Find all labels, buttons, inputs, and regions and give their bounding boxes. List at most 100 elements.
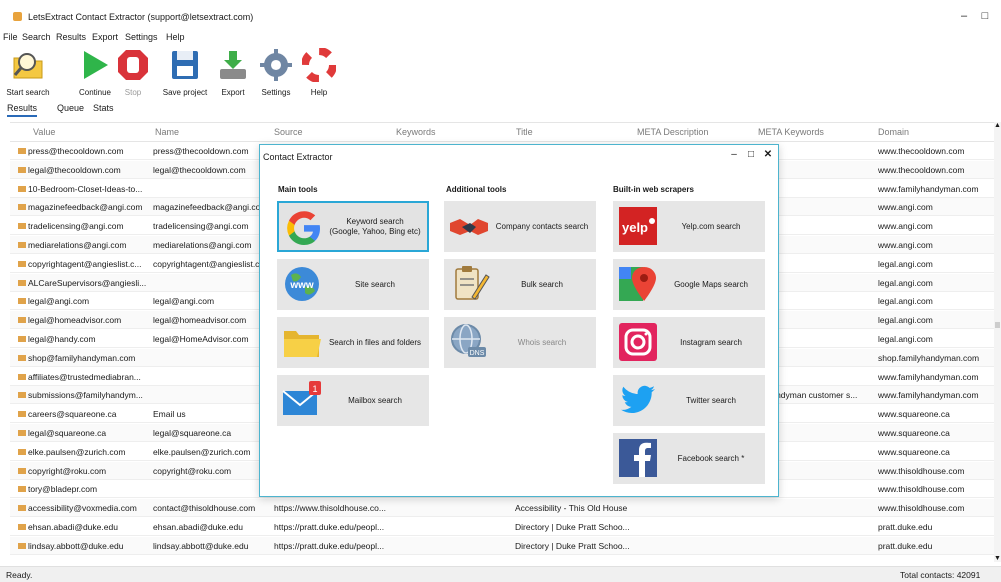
tab-queue[interactable]: Queue [57, 103, 84, 113]
cell-name: contact@thisoldhouse.com [153, 503, 256, 514]
stop-button[interactable]: Stop [114, 48, 152, 97]
settings-button[interactable]: Settings [256, 48, 296, 97]
dialog-close-button[interactable]: ✕ [762, 149, 774, 160]
google-icon [287, 211, 320, 245]
cell-domain: pratt.duke.edu [878, 522, 933, 532]
cell-name: legal@squareone.ca [153, 428, 232, 438]
yelp-search-tile[interactable]: yelp Yelp.com search [613, 201, 765, 252]
export-drive-icon [220, 51, 246, 79]
scroll-down-arrow-icon[interactable]: ▼ [994, 555, 1001, 562]
menu-file[interactable]: File [3, 32, 18, 42]
cell-value: ALCareSupervisors@angiesli... [18, 278, 155, 288]
continue-button[interactable]: Continue [75, 48, 115, 97]
tab-stats[interactable]: Stats [93, 103, 114, 113]
column-source[interactable]: Source [274, 127, 303, 137]
cell-domain: legal.angi.com [878, 334, 933, 344]
table-row[interactable]: accessibility@voxmedia.com contact@thisol… [10, 499, 994, 518]
column-domain[interactable]: Domain [878, 127, 909, 137]
table-row[interactable]: ehsan.abadi@duke.edu ehsan.abadi@duke.edu… [10, 518, 994, 536]
site-search-label: Site search [354, 279, 396, 289]
site-search-tile[interactable]: www Site search [277, 259, 429, 310]
cell-domain: www.angi.com [878, 221, 933, 232]
cell-title: Directory | Duke Pratt Schoo... [515, 540, 630, 551]
export-button[interactable]: Export [213, 48, 253, 97]
column-keywords[interactable]: Keywords [396, 127, 436, 137]
additional-tools-heading: Additional tools [446, 185, 507, 194]
cell-name: legal@thecooldown.com [153, 164, 246, 175]
menu-results[interactable]: Results [56, 32, 86, 42]
column-title[interactable]: Title [516, 127, 533, 137]
cell-domain: www.familyhandyman.com [878, 390, 979, 401]
start-search-button[interactable]: Start search [6, 48, 50, 97]
twitter-search-tile[interactable]: Twitter search [613, 375, 765, 426]
keyword-search-tile[interactable]: Keyword search (Google, Yahoo, Bing etc) [277, 201, 429, 252]
stop-hand-icon [118, 50, 148, 80]
cell-name: magazinefeedback@angi.co [153, 202, 261, 213]
continue-label: Continue [78, 88, 112, 97]
column-name[interactable]: Name [155, 127, 179, 137]
save-project-button[interactable]: Save project [160, 48, 210, 97]
maximize-button[interactable]: □ [978, 9, 992, 23]
cell-name: copyright@roku.com [153, 465, 232, 476]
cell-domain: www.thisoldhouse.com [878, 484, 965, 495]
mail-envelope-icon: 1 [282, 381, 321, 415]
help-label: Help [310, 88, 328, 97]
google-maps-search-tile[interactable]: Google Maps search [613, 259, 765, 310]
menu-help[interactable]: Help [166, 32, 185, 42]
bulk-search-label: Bulk search [521, 279, 563, 289]
cell-value: accessibility@voxmedia.com [18, 503, 155, 513]
cell-value: mediarelations@angi.com [18, 240, 155, 250]
instagram-search-label: Instagram search [680, 337, 742, 347]
cell-domain: legal.angi.com [878, 296, 933, 307]
start-search-label: Start search [6, 88, 50, 97]
menu-search[interactable]: Search [22, 32, 51, 42]
cell-domain: shop.familyhandyman.com [878, 352, 980, 363]
cell-domain: www.squareone.ca [878, 409, 950, 420]
keyword-search-label: Keyword search (Google, Yahoo, Bing etc) [329, 216, 421, 236]
menu-export[interactable]: Export [92, 32, 118, 42]
title-bar: LetsExtract Contact Extractor (support@l… [0, 0, 1001, 30]
export-label: Export [221, 88, 245, 97]
whois-search-tile[interactable]: DNS Whois search [444, 317, 596, 368]
floppy-disk-icon [172, 51, 198, 79]
cell-value: magazinefeedback@angi.com [18, 202, 155, 212]
mailbox-search-tile[interactable]: 1 Mailbox search [277, 375, 429, 426]
yelp-logo-text: yelp [622, 220, 648, 235]
column-meta-description[interactable]: META Description [637, 127, 708, 137]
table-row[interactable]: lindsay.abbott@duke.edu lindsay.abbott@du… [10, 536, 994, 555]
cell-value: ehsan.abadi@duke.edu [18, 522, 155, 532]
files-search-tile[interactable]: Search in files and folders [277, 317, 429, 368]
cell-domain: www.squareone.ca [878, 446, 950, 457]
scroll-up-arrow-icon[interactable]: ▲ [994, 122, 1001, 129]
column-meta-keywords[interactable]: META Keywords [758, 127, 824, 137]
cell-value: legal@angi.com [18, 296, 155, 306]
minimize-button[interactable]: – [957, 9, 971, 23]
dialog-maximize-button[interactable]: □ [745, 149, 757, 160]
cell-name: tradelicensing@angi.com [153, 221, 249, 232]
cell-value: legal@handy.com [18, 334, 155, 344]
instagram-search-tile[interactable]: Instagram search [613, 317, 765, 368]
scroll-thumb[interactable] [995, 322, 1000, 328]
cell-domain: www.angi.com [878, 202, 933, 213]
web-scrapers-heading: Built-in web scrapers [613, 185, 694, 194]
company-contacts-tile[interactable]: Company contacts search [444, 201, 596, 252]
cell-value: press@thecooldown.com [18, 146, 155, 156]
bulk-search-tile[interactable]: Bulk search [444, 259, 596, 310]
column-value[interactable]: Value [33, 127, 55, 137]
menu-settings[interactable]: Settings [125, 32, 158, 42]
cell-domain: legal.angi.com [878, 315, 933, 326]
cell-title: Directory | Duke Pratt Schoo... [515, 522, 630, 532]
help-button[interactable]: Help [299, 48, 339, 97]
grid-scrollbar[interactable]: ▲ ▼ [994, 122, 1001, 562]
instagram-icon [619, 323, 657, 361]
facebook-search-tile[interactable]: Facebook search * [613, 433, 765, 484]
folder-icon [284, 331, 321, 357]
cell-domain: www.thisoldhouse.com [878, 503, 965, 514]
cell-domain: www.familyhandyman.com [878, 371, 979, 382]
grid-header: Value Name Source Keywords Title META De… [10, 123, 994, 142]
cell-value: legal@homeadvisor.com [18, 315, 155, 325]
tab-results[interactable]: Results [7, 103, 38, 117]
dialog-minimize-button[interactable]: – [728, 149, 740, 160]
cell-value: submissions@familyhandym... [18, 390, 155, 400]
google-maps-search-label: Google Maps search [674, 279, 748, 289]
